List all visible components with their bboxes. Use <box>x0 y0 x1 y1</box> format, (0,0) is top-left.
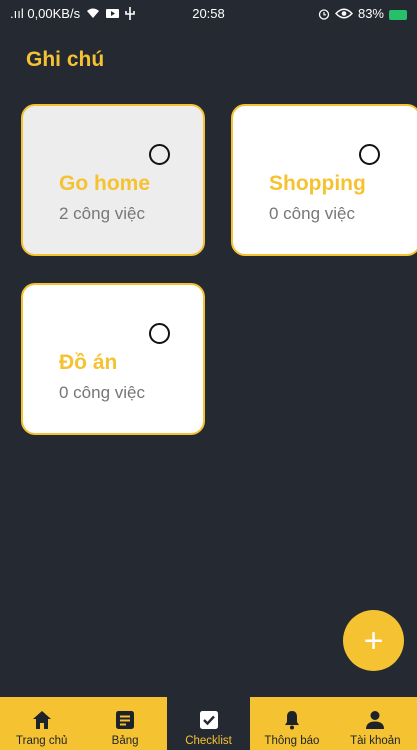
card-title: Shopping <box>269 172 366 195</box>
radio-circle-icon[interactable] <box>359 144 380 165</box>
alarm-icon <box>318 8 330 20</box>
status-bar: .ııl 0,00KB/s 20:58 83% <box>0 0 417 28</box>
user-icon <box>366 711 385 729</box>
bottom-nav: Trang chủ Bảng Checklist Thông báo Tài k… <box>0 697 417 750</box>
home-icon <box>32 711 51 729</box>
nav-item-checklist[interactable]: Checklist <box>166 697 251 750</box>
eye-icon <box>335 8 353 19</box>
nav-label: Tài khoản <box>350 735 401 747</box>
nav-item-home[interactable]: Trang chủ <box>0 697 83 750</box>
radio-circle-icon[interactable] <box>149 144 170 165</box>
nav-item-board[interactable]: Bảng <box>83 697 166 750</box>
card-task-count: 2 công việc <box>59 204 145 223</box>
radio-circle-icon[interactable] <box>149 323 170 344</box>
page-title: Ghi chú <box>26 48 105 71</box>
card-title: Đồ án <box>59 351 118 374</box>
nav-item-account[interactable]: Tài khoản <box>334 697 417 750</box>
card-title: Go home <box>59 172 151 195</box>
card-task-count: 0 công việc <box>59 383 145 402</box>
battery-level: 83% <box>357 6 384 21</box>
checklist-card-go-home[interactable]: Go home 2 công việc <box>21 104 205 256</box>
nav-label: Checklist <box>185 735 232 747</box>
nav-item-notifications[interactable]: Thông báo <box>250 697 333 750</box>
bell-icon <box>284 711 299 730</box>
status-right: 83% <box>318 6 407 21</box>
card-task-count: 0 công việc <box>269 204 355 223</box>
nav-label: Thông báo <box>264 735 320 747</box>
nav-label: Bảng <box>111 735 139 747</box>
battery-icon <box>389 9 407 20</box>
checklist-card-shopping[interactable]: Shopping 0 công việc <box>231 104 417 256</box>
note-icon <box>116 711 135 729</box>
add-checklist-button[interactable]: + <box>343 610 404 671</box>
checklist-card-do-an[interactable]: Đồ án 0 công việc <box>21 283 205 435</box>
checkbox-icon <box>199 711 218 729</box>
nav-label: Trang chủ <box>16 735 68 747</box>
